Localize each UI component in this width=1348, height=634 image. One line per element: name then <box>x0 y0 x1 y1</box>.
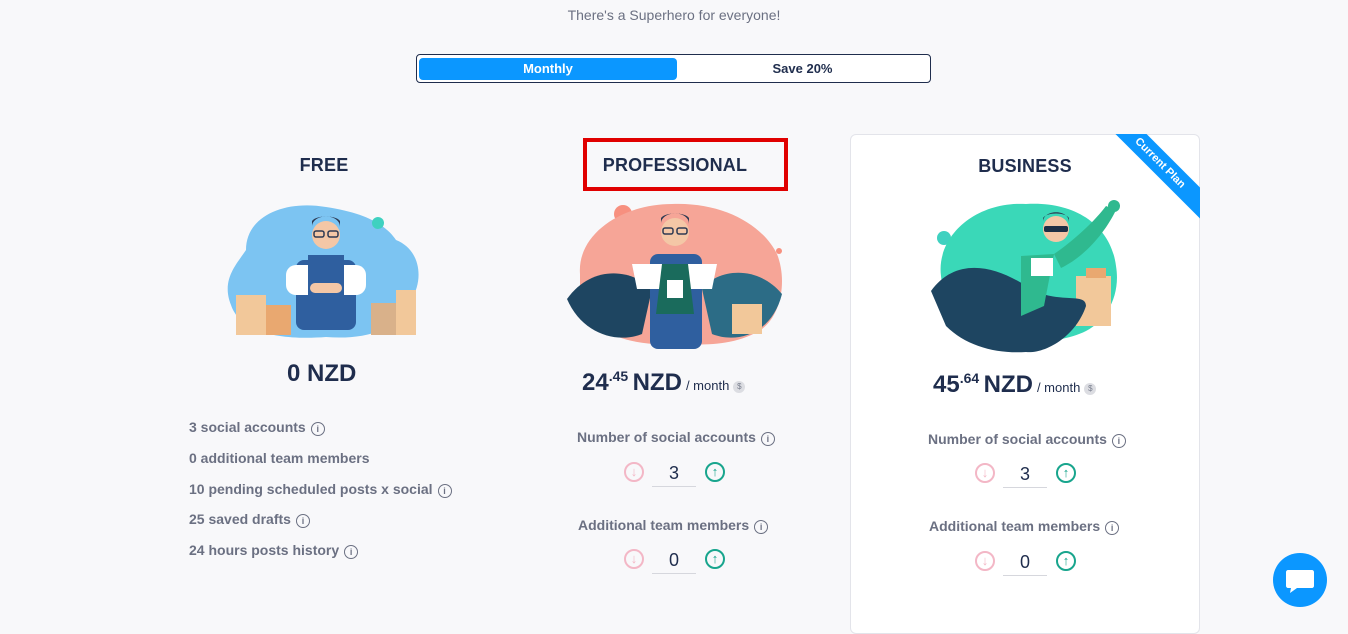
monthly-toggle-button[interactable]: Monthly <box>419 58 677 80</box>
decrease-social-button[interactable]: ↓ <box>624 462 644 482</box>
decrease-social-button[interactable]: ↓ <box>975 463 995 483</box>
professional-plan-illustration <box>567 203 782 349</box>
free-plan-title: FREE <box>299 155 349 175</box>
team-members-input[interactable] <box>1003 549 1047 576</box>
team-members-label: Additional team members i <box>578 517 769 534</box>
free-plan-price: 0 NZD <box>287 360 357 387</box>
info-icon[interactable]: i <box>437 484 452 498</box>
info-icon[interactable]: i <box>310 422 325 436</box>
price-currency: NZD <box>983 371 1033 398</box>
free-feature-item: 3 social accounts i <box>189 419 325 436</box>
free-plan-illustration <box>227 205 419 338</box>
stepper-label-text: Additional team members <box>929 518 1101 534</box>
highlight-box <box>583 138 788 191</box>
social-accounts-input[interactable] <box>1003 461 1047 488</box>
info-icon[interactable]: i <box>754 520 769 534</box>
decrease-team-button[interactable]: ↓ <box>624 549 644 569</box>
free-feature-item: 0 additional team members <box>189 450 370 466</box>
page-subtitle: There's a Superhero for everyone! <box>567 7 781 23</box>
free-feature-item: 24 hours posts history i <box>189 542 359 559</box>
info-icon[interactable]: i <box>295 514 310 528</box>
feature-label: 3 social accounts <box>189 419 306 435</box>
social-accounts-input[interactable] <box>652 460 696 487</box>
decrease-team-button[interactable]: ↓ <box>975 551 995 571</box>
annual-toggle-button[interactable]: Save 20% <box>675 58 930 80</box>
social-accounts-label: Number of social accounts i <box>928 431 1126 448</box>
info-icon[interactable]: i <box>1105 521 1120 535</box>
billing-toggle: Monthly Save 20% <box>416 54 931 83</box>
increase-social-button[interactable]: ↑ <box>705 462 725 482</box>
price-whole: 24 <box>582 369 609 396</box>
business-plan-title: BUSINESS <box>978 156 1072 176</box>
feature-label: 25 saved drafts <box>189 511 291 527</box>
stepper-label-text: Number of social accounts <box>928 431 1107 447</box>
team-members-input[interactable] <box>652 547 696 574</box>
feature-label: 0 additional team members <box>189 450 370 466</box>
team-members-label: Additional team members i <box>929 518 1120 535</box>
increase-team-button[interactable]: ↑ <box>705 549 725 569</box>
dollar-icon[interactable]: $ <box>1084 383 1097 395</box>
price-period: / month <box>1036 380 1081 395</box>
stepper-label-text: Additional team members <box>578 517 750 533</box>
price-cents: .64 <box>959 370 980 386</box>
stepper-label-text: Number of social accounts <box>577 429 756 445</box>
free-feature-item: 25 saved drafts i <box>189 511 310 528</box>
price-period: / month <box>685 378 730 393</box>
feature-label: 24 hours posts history <box>189 542 340 558</box>
increase-team-button[interactable]: ↑ <box>1056 551 1076 571</box>
price-cents: .45 <box>608 368 629 384</box>
increase-social-button[interactable]: ↑ <box>1056 463 1076 483</box>
feature-label: 10 pending scheduled posts x social <box>189 481 433 497</box>
price-currency: NZD <box>632 369 682 396</box>
business-plan-illustration <box>931 200 1120 353</box>
free-feature-item: 10 pending scheduled posts x social i <box>189 481 452 498</box>
price-whole: 45 <box>933 371 960 398</box>
chat-button[interactable] <box>1273 553 1327 607</box>
professional-plan-price: 24.45 NZD / month $ <box>582 368 746 397</box>
social-accounts-label: Number of social accounts i <box>577 429 775 446</box>
info-icon[interactable]: i <box>760 432 775 446</box>
dollar-icon[interactable]: $ <box>733 381 746 393</box>
info-icon[interactable]: i <box>1111 434 1126 448</box>
chat-icon <box>1286 570 1314 593</box>
business-plan-price: 45.64 NZD / month $ <box>933 370 1097 399</box>
info-icon[interactable]: i <box>344 545 359 559</box>
